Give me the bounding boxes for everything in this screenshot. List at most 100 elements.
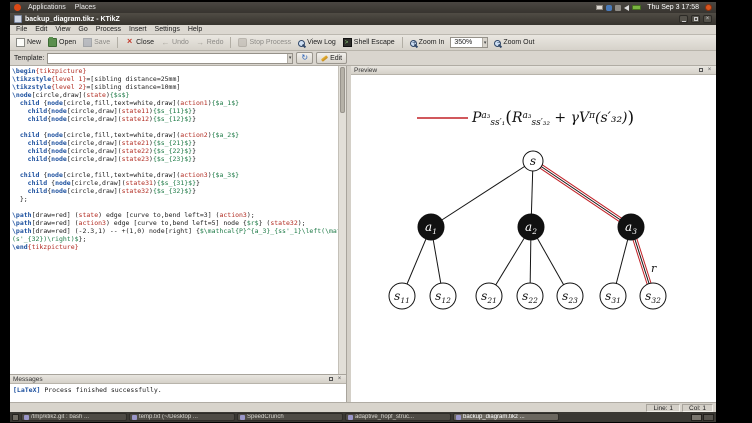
zoom-in-icon [409, 39, 418, 48]
shell-escape-label: Shell Escape [353, 39, 395, 46]
titlebar[interactable]: backup_diagram.tikz - KTikZ × [10, 13, 716, 25]
code-line[interactable]: child{node[circle,draw](state11){$s_{11}… [12, 107, 344, 115]
code-line[interactable] [12, 163, 344, 171]
taskbar-button[interactable]: temp.txt (~/Desktop ... [129, 413, 235, 421]
view-log-label: View Log [307, 39, 336, 46]
ktikz-window: backup_diagram.tikz - KTikZ × File Edit Vi… [10, 13, 716, 412]
code-line[interactable]: \path[draw=red] (-2.3,1) -- +(1,0) node[… [12, 227, 346, 235]
edit-template-button[interactable]: Edit [316, 52, 348, 64]
applications-menu[interactable]: Applications [26, 4, 68, 11]
taskbar-button-label: temp.txt (~/Desktop ... [139, 414, 198, 420]
terminal-icon [342, 38, 352, 47]
taskbar-button[interactable]: /tmp/ktikz.git : bash ... [21, 413, 127, 421]
code-line[interactable]: \path[draw=red] (action3) edge [curve to… [12, 219, 344, 227]
code-line[interactable]: (s'_{32})\right)$}; [12, 235, 344, 243]
taskbar-button-label: SpeedCrunch [247, 414, 284, 420]
workspace-1[interactable] [691, 413, 702, 421]
distro-logo-icon[interactable] [14, 4, 21, 11]
menubar: File Edit View Go Process Insert Settings Help [10, 25, 716, 35]
shell-escape-button[interactable]: Shell Escape [340, 37, 398, 48]
menu-file[interactable]: File [12, 26, 31, 33]
redo-arrow-icon [196, 38, 205, 47]
open-folder-icon [48, 37, 58, 47]
zoom-in-button[interactable]: Zoom In [407, 38, 448, 48]
main-area: \begin{tikzpicture} \tikzstyle{level 1}=[… [10, 66, 716, 402]
mail-indicator-icon[interactable] [596, 5, 604, 10]
messages-title: Messages [13, 375, 43, 383]
code-line[interactable]: child{node[circle,draw](state22){$s_{22}… [12, 147, 344, 155]
view-log-button[interactable]: View Log [295, 38, 339, 48]
bluetooth-icon[interactable] [606, 4, 613, 11]
taskbar-button[interactable]: SpeedCrunch [237, 413, 343, 421]
new-button[interactable]: New [13, 37, 44, 48]
close-dock-icon[interactable]: × [706, 67, 713, 73]
code-line[interactable] [12, 203, 344, 211]
code-line[interactable]: child{node[circle,draw](state21){$s_{21}… [12, 139, 344, 147]
code-line[interactable]: child {node[circle,fill,text=white,draw]… [12, 131, 344, 139]
zoom-out-button[interactable]: Zoom Out [491, 38, 537, 48]
minimize-button[interactable] [679, 15, 688, 23]
menu-view[interactable]: View [51, 26, 74, 33]
code-line[interactable]: child {node[circle,fill,text=white,draw]… [12, 99, 344, 107]
code-line[interactable]: \tikzstyle{level 2}=[sibling distance=10… [12, 83, 344, 91]
code-line[interactable]: \node[circle,draw](state){$s$} [12, 91, 344, 99]
chevron-down-icon[interactable]: ▾ [286, 53, 293, 63]
workspace-2[interactable] [703, 413, 714, 421]
float-dock-icon[interactable] [697, 68, 704, 72]
clock[interactable]: Thu Sep 3 17:58 [647, 4, 699, 11]
menu-edit[interactable]: Edit [31, 26, 51, 33]
network-icon[interactable] [615, 4, 622, 11]
code-editor[interactable]: \begin{tikzpicture} \tikzstyle{level 1}=[… [10, 66, 346, 374]
reload-template-button[interactable]: ↻ [296, 52, 314, 64]
workspace-switcher [691, 413, 714, 421]
code-line[interactable]: \end{tikzpicture} [12, 243, 344, 251]
template-combobox[interactable]: ▾ [47, 52, 294, 64]
save-button[interactable]: Save [80, 37, 113, 48]
close-window-button[interactable]: × [703, 15, 712, 23]
stop-process-button[interactable]: Stop Process [235, 37, 294, 48]
code-line[interactable]: \tikzstyle{level 1}=[sibling distance=25… [12, 75, 344, 83]
close-button[interactable]: Close [122, 37, 157, 48]
code-line[interactable]: \begin{tikzpicture} [12, 67, 344, 75]
code-line[interactable]: \path[draw=red] (state) edge [curve to,b… [12, 211, 344, 219]
messages-body: [LaTeX] Process finished successfully. [10, 384, 346, 402]
code-line[interactable]: child{node[circle,draw](state23){$s_{23}… [12, 155, 344, 163]
code-line[interactable] [12, 123, 344, 131]
menu-settings[interactable]: Settings [151, 26, 184, 33]
code-line[interactable]: }; [12, 195, 344, 203]
places-menu[interactable]: Places [73, 4, 98, 11]
maximize-button[interactable] [691, 15, 700, 23]
taskbar-button[interactable]: adaptive_hopf_struc... [345, 413, 451, 421]
undo-arrow-icon [161, 38, 170, 47]
chevron-down-icon[interactable]: ▾ [481, 38, 488, 47]
open-button[interactable]: Open [45, 37, 79, 48]
redo-button[interactable]: Redo [193, 37, 227, 48]
editor-scrollbar[interactable] [338, 66, 346, 374]
menu-insert[interactable]: Insert [125, 26, 151, 33]
code-line[interactable]: child {node[circle,draw](state31){$s_{31… [12, 179, 344, 187]
taskbar-window-icon [348, 414, 353, 420]
zoom-level-combobox[interactable]: 350% ▾ [450, 37, 489, 48]
edit-template-label: Edit [330, 54, 343, 62]
code-line[interactable]: child {node[circle,fill,text=white,draw]… [12, 171, 344, 179]
code-line[interactable]: child{node[circle,draw](state32){$s_{32}… [12, 187, 344, 195]
taskbar-button-label: adaptive_hopf_struc... [355, 414, 415, 420]
menu-go[interactable]: Go [74, 26, 91, 33]
template-label: Template: [14, 54, 45, 62]
volume-icon[interactable] [624, 4, 630, 11]
messages-dock: Messages × [LaTeX] Process finished succ… [10, 374, 346, 402]
code-line[interactable]: child{node[circle,draw](state12){$s_{12}… [12, 115, 344, 123]
show-desktop-icon[interactable] [12, 413, 19, 421]
desktop: Applications Places Thu Sep 3 17:58 back… [10, 2, 716, 422]
close-dock-icon[interactable]: × [336, 376, 343, 382]
undo-button[interactable]: Undo [158, 37, 192, 48]
float-dock-icon[interactable] [327, 377, 334, 381]
scrollbar-thumb[interactable] [340, 67, 345, 113]
preview-pane: Preview × s a1 a2 a3 s11 s12 s21 s22 s23 s31 s32 r … [351, 66, 716, 402]
taskbar-button[interactable]: backup_diagram.tikz ... [453, 413, 559, 421]
menu-process[interactable]: Process [92, 26, 125, 33]
message-text: Process finished successfully. [40, 386, 162, 394]
power-icon[interactable] [705, 4, 712, 11]
battery-icon[interactable] [632, 5, 642, 10]
menu-help[interactable]: Help [184, 26, 206, 33]
